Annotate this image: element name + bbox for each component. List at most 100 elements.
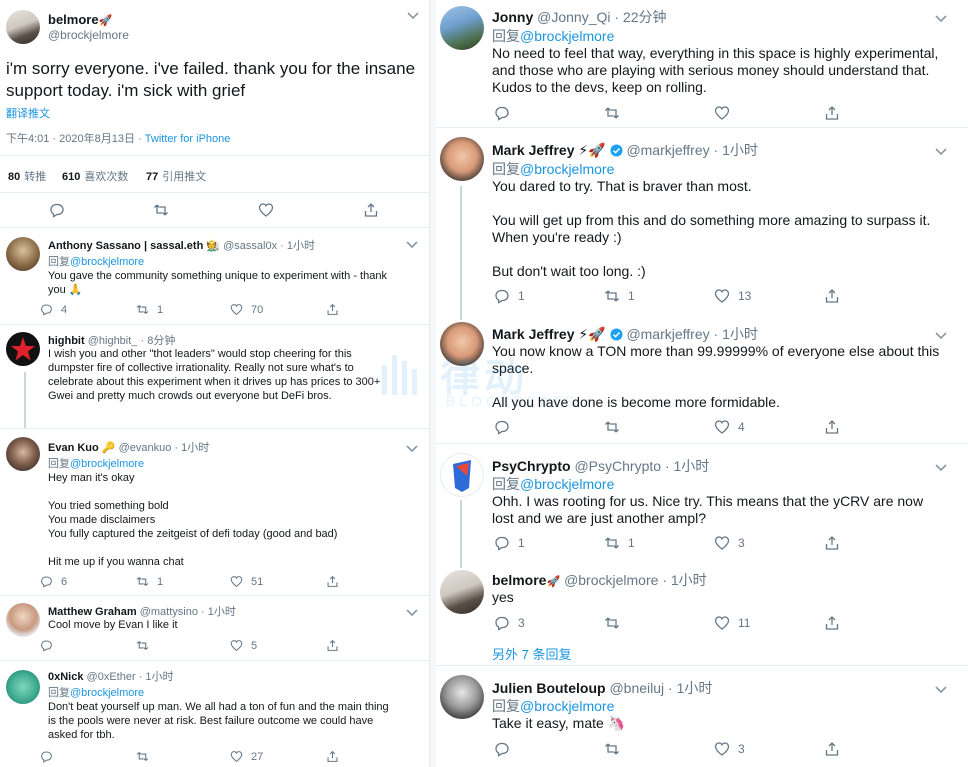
share-button[interactable] <box>824 535 840 551</box>
chevron-down-icon[interactable] <box>934 328 948 340</box>
reply-button[interactable] <box>40 639 53 652</box>
author-name[interactable]: belmore🚀 <box>48 12 112 27</box>
retweet-stat[interactable]: 80 转推 <box>8 168 46 184</box>
author-name[interactable]: Jonny <box>492 9 533 25</box>
author-name[interactable]: Julien Bouteloup <box>492 680 606 696</box>
chevron-down-icon[interactable] <box>934 682 948 694</box>
reply-tweet[interactable]: Anthony Sassano | sassal.eth 🧑‍🌾 @sassal… <box>0 229 429 325</box>
like-button[interactable] <box>714 105 730 121</box>
avatar[interactable] <box>440 137 484 181</box>
avatar[interactable] <box>6 670 40 704</box>
share-button[interactable] <box>326 575 339 588</box>
author-handle[interactable]: @brockjelmore <box>564 572 658 588</box>
reply-tweet[interactable]: 0xNick @0xEther · 1小时 回复@brockjelmore Do… <box>0 662 429 767</box>
reply-to-handle[interactable]: @brockjelmore <box>70 687 144 699</box>
translate-link[interactable]: 翻译推文 <box>6 105 50 121</box>
like-button[interactable]: 51 <box>230 575 263 588</box>
reply-tweet[interactable]: Jonny @Jonny_Qi · 22分钟 回复@brockjelmore N… <box>436 0 968 128</box>
author-handle[interactable]: @PsyChrypto <box>574 458 661 474</box>
reply-to-handle[interactable]: @brockjelmore <box>520 698 614 714</box>
like-button[interactable]: 27 <box>230 750 263 763</box>
reply-to-handle[interactable]: @brockjelmore <box>70 458 144 470</box>
like-button[interactable]: 4 <box>714 419 745 435</box>
reply-to-handle[interactable]: @brockjelmore <box>520 28 614 44</box>
like-stat[interactable]: 610 喜欢次数 <box>62 168 128 184</box>
retweet-button[interactable] <box>136 639 149 652</box>
reply-to-handle[interactable]: @brockjelmore <box>520 476 614 492</box>
reply-to-handle[interactable]: @brockjelmore <box>520 161 614 177</box>
chevron-down-icon[interactable] <box>406 8 420 20</box>
reply-tweet[interactable]: Mark Jeffrey ⚡🚀 @markjeffrey · 1小时 You n… <box>436 318 968 444</box>
share-icon[interactable] <box>363 202 379 218</box>
reply-tweet[interactable]: PsyChrypto @PsyChrypto · 1小时 回复@brockjel… <box>436 445 968 561</box>
author-handle[interactable]: @sassal0x <box>223 240 277 252</box>
like-button[interactable]: 11 <box>714 615 750 631</box>
retweet-button[interactable] <box>604 741 620 757</box>
author-handle[interactable]: @Jonny_Qi <box>537 9 610 25</box>
share-button[interactable] <box>824 741 840 757</box>
avatar[interactable] <box>6 332 40 366</box>
author-handle[interactable]: @0xEther <box>87 671 136 683</box>
avatar[interactable] <box>440 6 484 50</box>
avatar[interactable] <box>6 10 40 44</box>
author-handle[interactable]: @brockjelmore <box>48 28 129 42</box>
avatar[interactable] <box>440 322 484 366</box>
like-button[interactable]: 13 <box>714 288 751 304</box>
author-name[interactable]: PsyChrypto <box>492 458 571 474</box>
retweet-button[interactable]: 1 <box>604 535 635 551</box>
reply-button[interactable]: 1 <box>494 535 525 551</box>
reply-button[interactable]: 6 <box>40 575 67 588</box>
reply-icon[interactable] <box>49 202 65 218</box>
reply-time[interactable]: · 1小时 <box>139 671 174 683</box>
author-name[interactable]: Evan Kuo <box>48 442 99 454</box>
share-button[interactable] <box>326 639 339 652</box>
retweet-button[interactable] <box>136 750 149 763</box>
author-name[interactable]: Matthew Graham <box>48 606 137 618</box>
author-name[interactable]: Mark Jeffrey <box>492 142 575 158</box>
reply-time[interactable]: · 8分钟 <box>140 335 175 347</box>
chevron-down-icon[interactable] <box>405 441 419 453</box>
reply-button[interactable] <box>494 419 510 435</box>
reply-tweet[interactable]: belmore🚀 @brockjelmore · 1小时 yes 3 11 另外… <box>436 562 968 666</box>
chevron-down-icon[interactable] <box>405 605 419 617</box>
reply-button[interactable]: 1 <box>494 288 525 304</box>
share-button[interactable] <box>824 105 840 121</box>
like-button[interactable]: 70 <box>230 303 263 316</box>
retweet-icon[interactable] <box>153 202 169 218</box>
reply-tweet[interactable]: Evan Kuo 🔑 @evankuo · 1小时 回复@brockjelmor… <box>0 428 429 596</box>
author-handle[interactable]: @markjeffrey <box>626 142 709 158</box>
reply-time[interactable]: · 1小时 <box>280 240 315 252</box>
retweet-button[interactable]: 1 <box>136 303 163 316</box>
avatar[interactable] <box>6 603 40 637</box>
author-handle[interactable]: @mattysino <box>140 606 198 618</box>
reply-time[interactable]: · 1小时 <box>714 142 758 158</box>
reply-time[interactable]: · 1小时 <box>662 572 706 588</box>
reply-time[interactable]: · 22分钟 <box>614 9 666 25</box>
author-name[interactable]: 0xNick <box>48 671 83 683</box>
share-button[interactable] <box>824 615 840 631</box>
author-handle[interactable]: @evankuo <box>119 442 172 454</box>
share-button[interactable] <box>824 288 840 304</box>
reply-tweet[interactable]: Mark Jeffrey ⚡🚀 @markjeffrey · 1小时 回复@br… <box>436 129 968 317</box>
chevron-down-icon[interactable] <box>934 460 948 472</box>
reply-button[interactable] <box>40 750 53 763</box>
reply-tweet[interactable]: Matthew Graham @mattysino · 1小时 Cool mov… <box>0 597 429 661</box>
reply-button[interactable] <box>494 741 510 757</box>
like-icon[interactable] <box>258 202 274 218</box>
reply-time[interactable]: · 1小时 <box>668 680 712 696</box>
author-name[interactable]: highbit <box>48 335 85 347</box>
share-button[interactable] <box>824 419 840 435</box>
retweet-button[interactable] <box>604 105 620 121</box>
like-button[interactable]: 5 <box>230 639 257 652</box>
chevron-down-icon[interactable] <box>934 144 948 156</box>
share-button[interactable] <box>326 303 339 316</box>
avatar[interactable] <box>6 237 40 271</box>
reply-tweet[interactable]: Julien Bouteloup @bneiluj · 1小时 回复@brock… <box>436 667 968 767</box>
tweet-time[interactable]: 下午4:01 · 2020年8月13日 · <box>6 133 145 145</box>
author-name[interactable]: Mark Jeffrey <box>492 326 575 342</box>
retweet-button[interactable] <box>604 615 620 631</box>
author-name[interactable]: Anthony Sassano | sassal.eth <box>48 240 203 252</box>
share-button[interactable] <box>326 750 339 763</box>
tweet-source[interactable]: Twitter for iPhone <box>145 133 231 145</box>
reply-to-handle[interactable]: @brockjelmore <box>70 256 144 268</box>
